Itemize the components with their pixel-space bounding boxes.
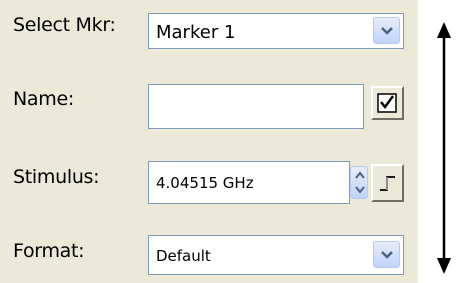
checkmark-icon xyxy=(377,93,397,113)
stimulus-input[interactable]: 4.04515 GHz xyxy=(148,161,350,204)
stimulus-label: Stimulus: xyxy=(13,166,100,188)
spin-up-button[interactable] xyxy=(351,167,367,182)
format-value: Default xyxy=(156,247,211,265)
step-icon xyxy=(380,176,395,191)
format-label: Format: xyxy=(13,240,85,262)
stimulus-value: 4.04515 GHz xyxy=(156,174,254,192)
double-headed-vertical-arrow-icon xyxy=(437,22,451,274)
spin-down-button[interactable] xyxy=(351,183,367,198)
up-down-spinner-icon[interactable] xyxy=(350,166,368,199)
format-dropdown[interactable]: Default xyxy=(148,235,404,275)
name-confirm-button[interactable] xyxy=(371,86,404,120)
chevron-down-icon[interactable] xyxy=(373,17,400,44)
stimulus-step-button[interactable] xyxy=(371,164,404,202)
name-input[interactable] xyxy=(148,84,364,129)
chevron-down-icon[interactable] xyxy=(373,241,400,268)
select-marker-label: Select Mkr: xyxy=(13,14,116,36)
name-label: Name: xyxy=(13,88,74,110)
marker-properties-panel: Select Mkr: Marker 1 Name: Stimulus: 4.0… xyxy=(0,0,418,283)
select-marker-dropdown[interactable]: Marker 1 xyxy=(148,13,404,49)
select-marker-value: Marker 1 xyxy=(156,22,236,43)
